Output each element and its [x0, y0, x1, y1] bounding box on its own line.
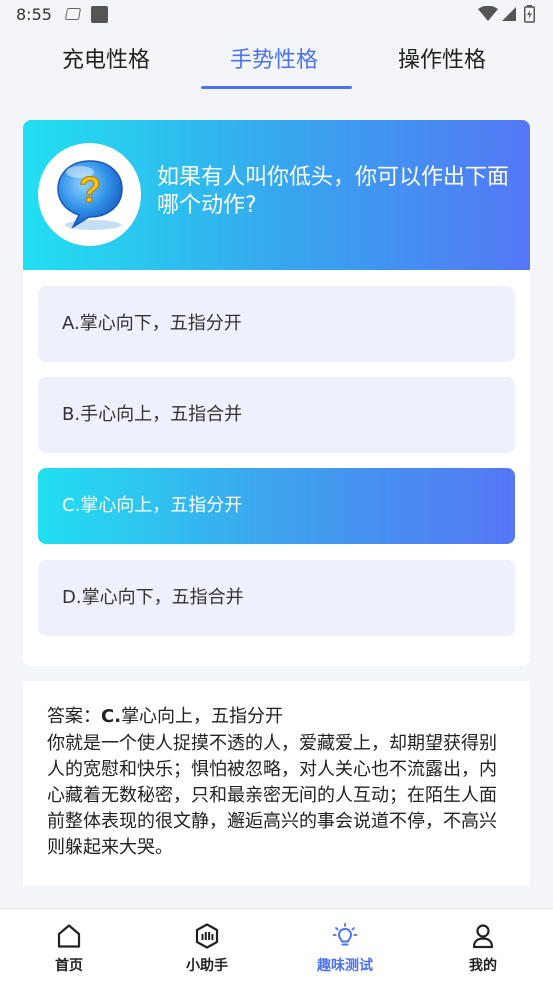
option-d[interactable]: D.掌心向下，五指合并 [38, 560, 515, 636]
question-header: ? 如果有人叫你低头，你可以作出下面哪个动作? [23, 120, 530, 270]
app-notification-icon [91, 6, 108, 23]
home-icon [57, 924, 81, 948]
option-b[interactable]: B.手心向上，五指合并 [38, 377, 515, 453]
tab-charging-personality[interactable]: 充电性格 [62, 42, 150, 74]
screen: 8:55 充电性格 手势性格 操作性格 ? 如果有人叫你低头，你可以作出下面哪个… [0, 0, 553, 984]
nav-fun-test[interactable]: 趣味测试 [305, 909, 385, 984]
question-card: ? 如果有人叫你低头，你可以作出下面哪个动作? A.掌心向下，五指分开 B.手心… [23, 120, 530, 666]
nav-assistant[interactable]: 小助手 [167, 909, 247, 984]
answer-description: 你就是一个使人捉摸不透的人，爱藏爱上，却期望获得别人的宽慰和快乐；惧怕被忽略，对… [47, 733, 497, 858]
question-bubble-icon: ? [57, 160, 123, 230]
tab-gesture-personality[interactable]: 手势性格 [230, 42, 318, 74]
question-text: 如果有人叫你低头，你可以作出下面哪个动作? [157, 165, 510, 218]
answer-card: 答案：C.掌心向上，五指分开 你就是一个使人捉摸不透的人，爱藏爱上，却期望获得别… [23, 681, 530, 886]
option-a[interactable]: A.掌心向下，五指分开 [38, 286, 515, 362]
status-bar: 8:55 [0, 0, 553, 30]
signal-icon [502, 7, 516, 21]
active-tab-indicator [201, 86, 352, 89]
assistant-icon [195, 923, 219, 949]
category-tabs: 充电性格 手势性格 操作性格 [0, 34, 553, 90]
nav-home-label: 首页 [55, 958, 83, 974]
nav-profile-label: 我的 [469, 958, 497, 974]
nav-assistant-label: 小助手 [186, 958, 228, 974]
lightbulb-icon [332, 923, 358, 946]
profile-icon [472, 924, 494, 949]
bottom-nav: 首页 小助手 趣味测试 我的 [0, 908, 553, 984]
option-c-selected[interactable]: C.掌心向上，五指分开 [38, 468, 515, 544]
question-avatar: ? [38, 143, 141, 246]
nav-home[interactable]: 首页 [29, 909, 109, 984]
svg-text:?: ? [79, 169, 101, 210]
tab-operation-personality[interactable]: 操作性格 [398, 42, 486, 74]
nav-fun-test-label: 趣味测试 [317, 958, 373, 974]
notification-icon [64, 8, 82, 20]
status-time: 8:55 [16, 5, 52, 24]
answer-prefix: 答案： [47, 706, 101, 727]
battery-icon [524, 5, 535, 23]
answer-line: 答案：C.掌心向上，五指分开 [47, 705, 283, 729]
answer-letter: C. [101, 706, 122, 727]
wifi-icon [478, 6, 498, 21]
nav-profile[interactable]: 我的 [443, 909, 523, 984]
answer-choice: 掌心向上，五指分开 [121, 706, 284, 727]
